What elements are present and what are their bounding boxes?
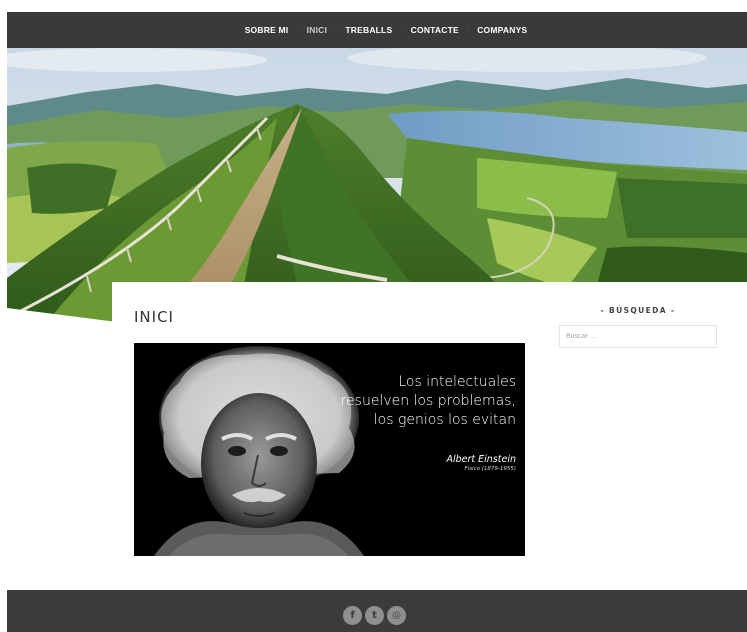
- page-title: INICI: [134, 308, 174, 326]
- nav-separator: ·: [400, 26, 403, 34]
- main-menu: SOBRE MI · INICI · TREBALLS · CONTACTE ·…: [245, 25, 528, 35]
- nav-item-companys[interactable]: COMPANYS: [477, 25, 527, 35]
- top-navigation-bar: SOBRE MI · INICI · TREBALLS · CONTACTE ·…: [7, 12, 747, 48]
- nav-item-inici[interactable]: INICI: [307, 25, 327, 35]
- nav-separator: ·: [335, 26, 338, 34]
- twitter-button[interactable]: t: [365, 606, 384, 625]
- twitter-icon: t: [372, 609, 377, 621]
- nav-separator: ·: [466, 26, 470, 34]
- nav-item-contacte[interactable]: CONTACTE: [411, 25, 459, 35]
- facebook-icon: f: [350, 609, 355, 621]
- social-links: f t ◎: [343, 606, 406, 625]
- nav-item-sobre-mi[interactable]: SOBRE MI: [245, 25, 289, 35]
- quote-author: Albert Einstein: [446, 454, 516, 465]
- quote-image: Los intelectuales resuelven los problema…: [134, 343, 525, 556]
- dribbble-icon: ◎: [392, 609, 401, 621]
- search-input[interactable]: [559, 325, 717, 348]
- search-widget-title: - BÚSQUEDA -: [600, 306, 676, 315]
- nav-separator: ·: [296, 26, 299, 34]
- quote-author-subtitle: Físico (1879-1955): [464, 466, 517, 472]
- quote-text: Los intelectuales resuelven los problema…: [340, 374, 516, 428]
- hero-landscape-image: [7, 48, 747, 322]
- dribbble-button[interactable]: ◎: [387, 606, 406, 625]
- facebook-button[interactable]: f: [343, 606, 362, 625]
- nav-item-treballs[interactable]: TREBALLS: [345, 25, 392, 35]
